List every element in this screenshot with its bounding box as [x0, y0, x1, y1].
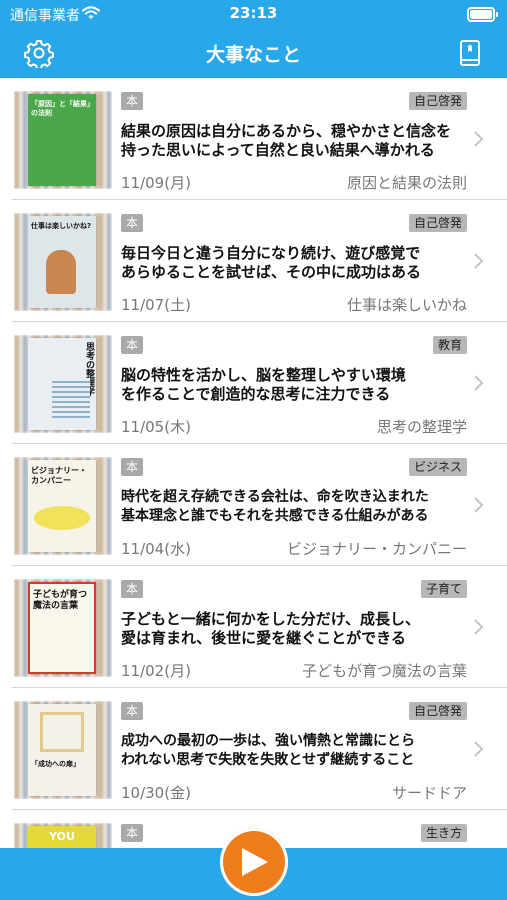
category-badge: 教育: [432, 336, 467, 354]
book-thumbnail: YOU: [14, 823, 112, 848]
book-thumbnail: 子どもが育つ魔法の言葉: [14, 579, 112, 677]
category-badge: ビジネス: [408, 458, 467, 476]
type-badge: 本: [121, 458, 144, 476]
quote-text: 成功への最初の一歩は、強い情熱と常識にとら われない思考で失敗を失敗とせず継続する…: [121, 733, 415, 768]
chevron-right-icon: [473, 496, 485, 514]
book-thumbnail: 「成功への扉」: [14, 701, 112, 799]
book-thumbnail: ビジョナリー・カンパニー: [14, 457, 112, 555]
book-icon[interactable]: [457, 39, 483, 67]
quote-date: 11/04(水): [121, 540, 191, 558]
cover-title: ビジョナリー・カンパニー: [31, 466, 87, 485]
category-badge: 自己啓発: [408, 214, 467, 232]
list-item[interactable]: 子どもが育つ魔法の言葉 本 子育て 子どもと一緒に何かをした分だけ、成長し、 愛は…: [0, 566, 507, 688]
list-item[interactable]: ビジョナリー・カンパニー 本 ビジネス 時代を超え存続できる会社は、命を吹き込ま…: [0, 444, 507, 566]
list-item[interactable]: 仕事は楽しいかね? 本 自己啓発 毎日今日と違う自分になり続け、遊び感覚で あらゆ…: [0, 200, 507, 322]
play-button[interactable]: [220, 828, 288, 896]
nav-bar: 大事なこと: [0, 28, 507, 78]
chevron-right-icon: [473, 130, 485, 148]
type-badge: 本: [121, 214, 144, 232]
play-icon: [242, 848, 268, 876]
book-title: ビジョナリー・カンパニー: [286, 540, 467, 558]
quote-text: 結果の原因は自分にあるから、穏やかさと信念を 持った思いによって自然と良い結果へ導…: [121, 122, 452, 159]
battery-icon: [467, 7, 498, 22]
list-item[interactable]: 「成功への扉」 本 自己啓発 成功への最初の一歩は、強い情熱と常識にとら われない…: [0, 688, 507, 810]
quote-text: 毎日今日と違う自分になり続け、遊び感覚で あらゆることを試せば、その中に成功はある: [121, 244, 422, 281]
type-badge: 本: [121, 336, 144, 354]
chevron-right-icon: [473, 618, 485, 636]
status-bar: 通信事業者 23:13: [0, 0, 507, 28]
quote-date: 11/09(月): [121, 174, 191, 192]
list-item[interactable]: 思考の整理学 本 教育 脳の特性を活かし、脳を整理しやすい環境 を作ることで創造的…: [0, 322, 507, 444]
status-time: 23:13: [229, 4, 278, 22]
quote-list[interactable]: 「原因」と「結果」の法則 本 自己啓発 結果の原因は自分にあるから、穏やかさと信…: [0, 78, 507, 848]
chevron-right-icon: [473, 252, 485, 270]
book-title: 原因と結果の法則: [346, 174, 467, 192]
book-title: サードドア: [391, 784, 467, 802]
category-badge: 自己啓発: [408, 92, 467, 110]
quote-text: 脳の特性を活かし、脳を整理しやすい環境 を作ることで創造的な思考に注力できる: [121, 366, 406, 403]
book-thumbnail: 「原因」と「結果」の法則: [14, 91, 112, 189]
cover-title: 子どもが育つ魔法の言葉: [33, 590, 88, 611]
list-item[interactable]: 「原因」と「結果」の法則 本 自己啓発 結果の原因は自分にあるから、穏やかさと信…: [0, 78, 507, 200]
type-badge: 本: [121, 92, 144, 110]
cover-title: 「成功への扉」: [31, 760, 80, 768]
cover-title: 「原因」と「結果」の法則: [31, 100, 91, 117]
category-badge: 子育て: [420, 580, 467, 598]
category-badge: 自己啓発: [408, 702, 467, 720]
book-thumbnail: 仕事は楽しいかね?: [14, 213, 112, 311]
chevron-right-icon: [473, 740, 485, 758]
quote-date: 11/07(土): [121, 296, 191, 314]
category-badge: 生き方: [420, 824, 467, 842]
chevron-right-icon: [473, 374, 485, 392]
quote-date: 11/02(月): [121, 662, 191, 680]
type-badge: 本: [121, 702, 144, 720]
quote-text: 時代を超え存続できる会社は、命を吹き込まれた 基本理念と誰でもそれを共感できる仕組…: [121, 489, 429, 524]
quote-text: 子どもと一緒に何かをした分だけ、成長し、 愛は育まれ、後世に愛を継ぐことができる: [121, 610, 420, 647]
cover-title: YOU: [49, 830, 75, 843]
book-title: 思考の整理学: [376, 418, 467, 436]
quote-date: 10/30(金): [121, 784, 191, 802]
page-title: 大事なこと: [205, 44, 301, 66]
quote-date: 11/05(木): [121, 418, 191, 436]
book-title: 仕事は楽しいかね: [346, 296, 467, 314]
book-title: 子どもが育つ魔法の言葉: [301, 662, 467, 680]
type-badge: 本: [121, 824, 144, 842]
book-thumbnail: 思考の整理学: [14, 335, 112, 433]
type-badge: 本: [121, 580, 144, 598]
cover-title: 仕事は楽しいかね?: [31, 222, 92, 230]
